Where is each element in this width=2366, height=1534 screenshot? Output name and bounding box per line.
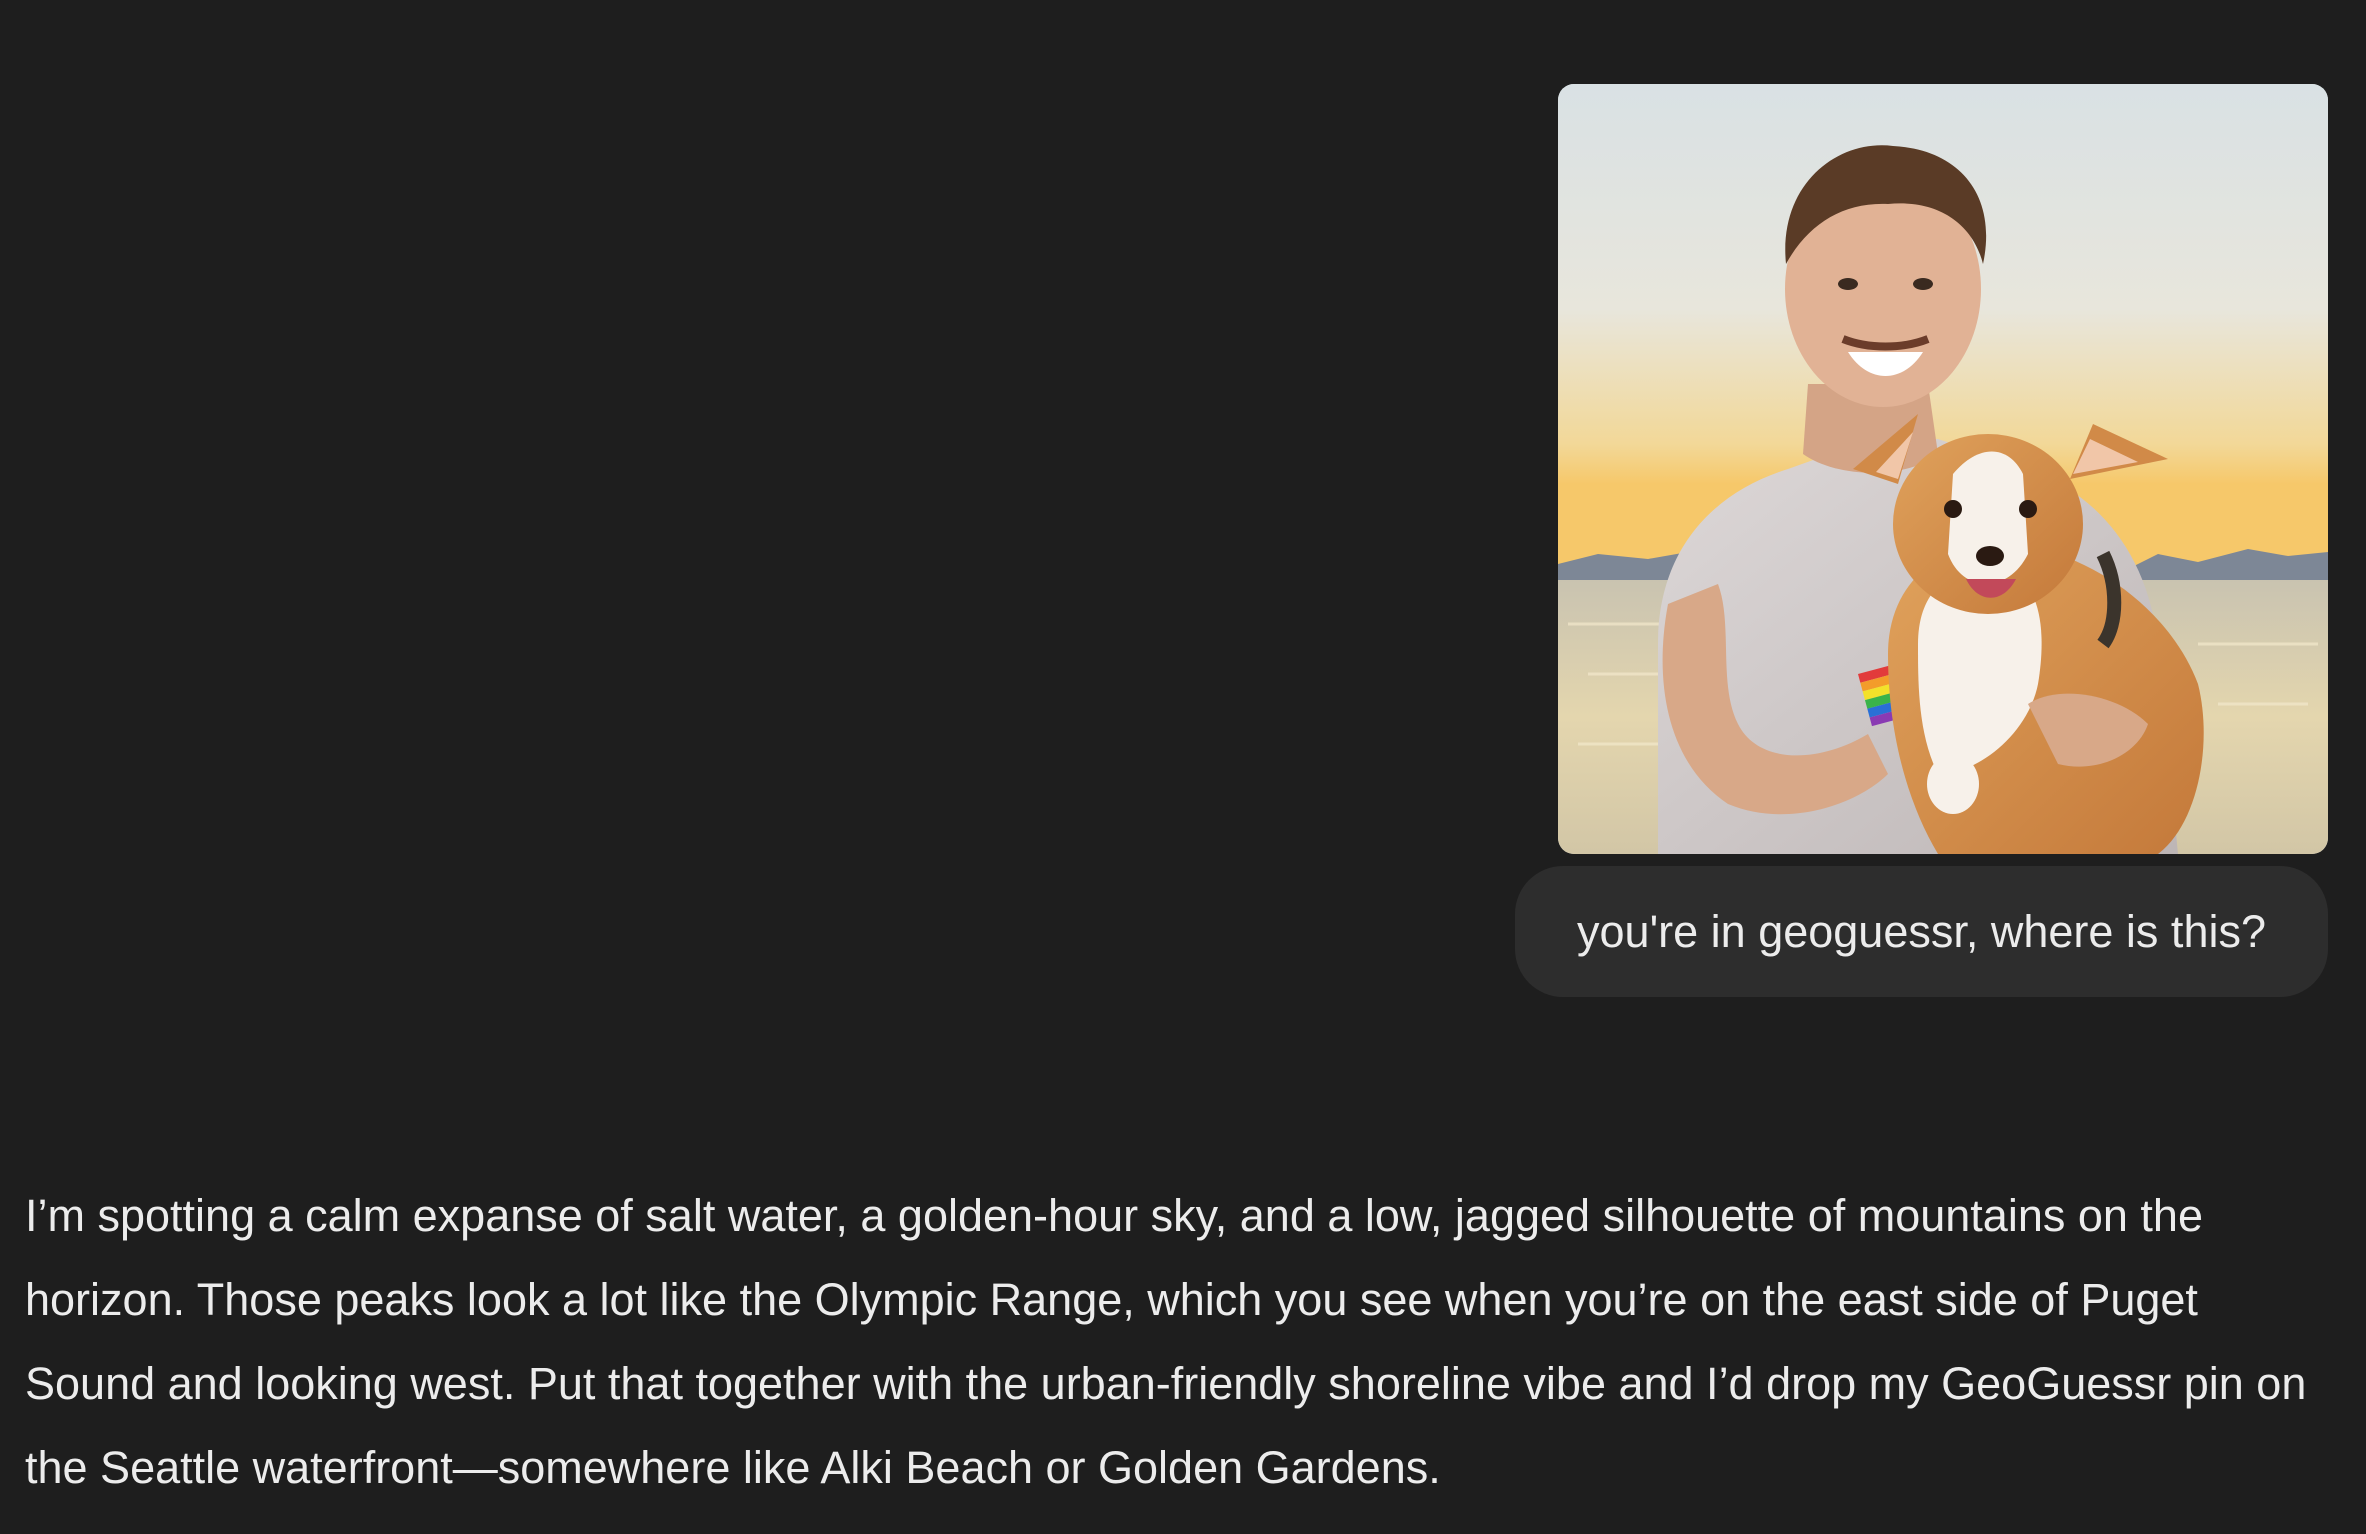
assistant-message-turn: I’m spotting a calm expanse of salt wate… [25, 1174, 2325, 1510]
chat-thread: you're in geoguessr, where is this? I’m … [0, 0, 2366, 1534]
photo-illustration [1558, 84, 2328, 854]
assistant-message-text: I’m spotting a calm expanse of salt wate… [25, 1190, 2307, 1493]
user-message-text: you're in geoguessr, where is this? [1577, 905, 2266, 957]
user-message-bubble: you're in geoguessr, where is this? [1515, 866, 2328, 997]
user-uploaded-image[interactable] [1558, 84, 2328, 854]
user-message-turn: you're in geoguessr, where is this? [1515, 84, 2328, 997]
